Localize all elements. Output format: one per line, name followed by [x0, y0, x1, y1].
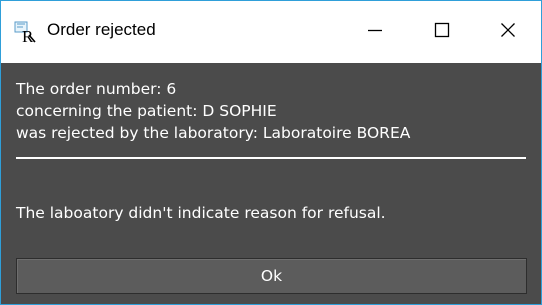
order-number-text: The order number: 6	[16, 80, 177, 98]
close-icon	[500, 22, 516, 42]
svg-text:R: R	[22, 27, 34, 43]
refusal-reason-text: The laboatory didn't indicate reason for…	[16, 204, 386, 222]
patient-text: concerning the patient: D SOPHIE	[16, 102, 277, 120]
maximize-icon	[434, 22, 450, 42]
minimize-button[interactable]	[353, 11, 397, 53]
title-bar[interactable]: R Order rejected	[1, 1, 541, 63]
dialog-content: The order number: 6 concerning the patie…	[1, 63, 541, 304]
order-rejected-dialog: R Order rejected The order number: 6 con…	[0, 0, 542, 305]
window-title: Order rejected	[47, 20, 156, 39]
laboratory-text: was rejected by the laboratory: Laborato…	[16, 124, 411, 142]
ok-button[interactable]: Ok	[16, 258, 527, 294]
divider	[16, 157, 526, 159]
rx-icon: R	[14, 21, 38, 46]
close-button[interactable]	[486, 11, 530, 53]
maximize-button[interactable]	[420, 11, 464, 53]
minimize-icon	[367, 22, 383, 42]
